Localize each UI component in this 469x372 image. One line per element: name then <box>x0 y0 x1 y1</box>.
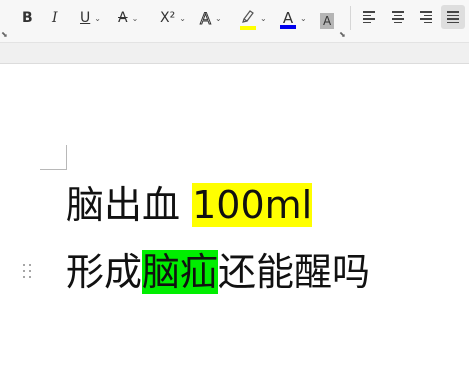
toolbar-separator <box>350 6 351 30</box>
justify-icon <box>447 11 459 23</box>
ribbon-bottom-border <box>0 43 469 64</box>
document-line-1[interactable]: 脑出血 100ml <box>66 181 313 229</box>
text-effect-dropdown-icon[interactable]: ⌄ <box>215 14 222 23</box>
superscript-button[interactable]: X² ⌄ <box>160 6 186 30</box>
pen-icon <box>242 10 254 23</box>
text-effect-button[interactable]: A ⌄ <box>200 6 222 30</box>
bold-label: B <box>22 10 33 26</box>
page-margin-corner-mark <box>40 145 67 170</box>
font-color-dropdown-icon[interactable]: ⌄ <box>300 14 307 23</box>
strikethrough-dropdown-icon[interactable]: ⌄ <box>132 14 139 23</box>
font-color-swatch <box>280 25 296 29</box>
italic-button[interactable]: I <box>52 6 58 30</box>
highlighter-icon <box>240 8 256 30</box>
highlight-dropdown-icon[interactable]: ⌄ <box>260 14 267 23</box>
character-shading-button[interactable]: A <box>320 9 335 33</box>
font-dialog-launcher-icon[interactable]: ⬊ <box>339 30 346 39</box>
line-1-highlighted-text[interactable]: 100ml <box>192 183 313 227</box>
line-2-suffix[interactable]: 还能醒吗 <box>218 250 370 294</box>
align-center-icon <box>392 11 404 23</box>
document-line-2[interactable]: 形成脑疝还能醒吗 <box>66 248 370 296</box>
align-center-button[interactable] <box>386 5 410 29</box>
align-left-button[interactable] <box>357 5 381 29</box>
line-2-highlighted-text[interactable]: 脑疝 <box>142 250 219 294</box>
superscript-dropdown-icon[interactable]: ⌄ <box>179 14 186 23</box>
underline-dropdown-icon[interactable]: ⌄ <box>94 14 101 23</box>
highlight-color-swatch <box>240 26 256 30</box>
align-right-icon <box>420 11 432 23</box>
highlight-color-button[interactable]: ⌄ <box>240 6 267 30</box>
line-1-text[interactable]: 脑出血 <box>66 183 192 227</box>
formatting-toolbar: ⬊ B I U ⌄ A ⌄ X² ⌄ A ⌄ ⌄ A ⌄ A ⬊ <box>0 0 469 43</box>
superscript-label: X² <box>160 10 176 26</box>
strikethrough-button[interactable]: A ⌄ <box>118 6 138 30</box>
expand-icon[interactable]: ⬊ <box>1 30 8 39</box>
italic-label: I <box>52 10 58 26</box>
justify-button[interactable] <box>441 5 465 29</box>
character-shading-label: A <box>320 13 335 29</box>
text-effect-label: A <box>200 8 212 28</box>
font-color-glyph: A <box>280 9 296 29</box>
line-2-prefix[interactable]: 形成 <box>66 250 142 294</box>
align-left-icon <box>363 11 375 23</box>
align-right-button[interactable] <box>414 5 438 29</box>
underline-label: U <box>80 10 91 26</box>
bold-button[interactable]: B <box>22 6 33 30</box>
font-color-button[interactable]: A ⌄ <box>280 6 307 30</box>
strikethrough-label: A <box>118 10 128 26</box>
underline-button[interactable]: U ⌄ <box>80 6 101 30</box>
paragraph-drag-handle-icon[interactable] <box>23 264 33 280</box>
